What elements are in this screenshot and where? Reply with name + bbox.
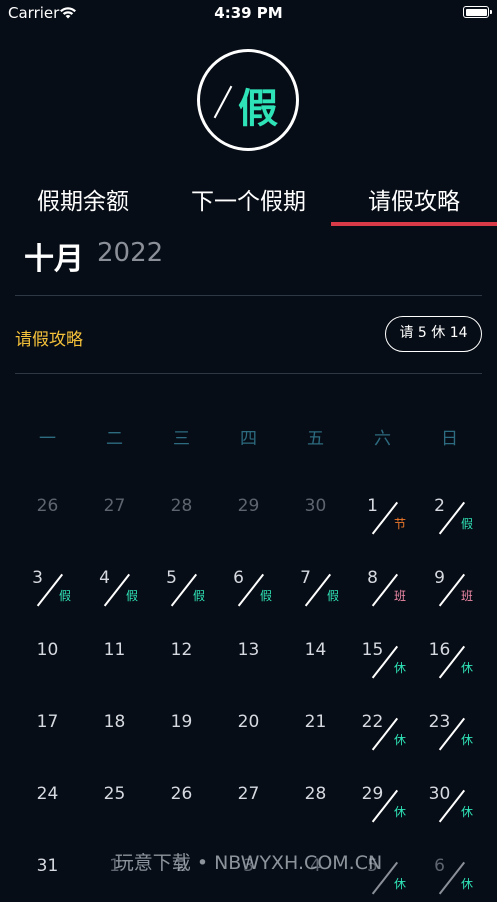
- day-number: 29: [361, 784, 384, 804]
- calendar-day[interactable]: 16 休: [416, 614, 483, 686]
- status-bar: Carrier 4:39 PM: [0, 0, 497, 26]
- day-tag: 节: [394, 517, 407, 531]
- day-number: 4: [99, 568, 110, 588]
- day-number: 17: [36, 712, 59, 732]
- day-number: 28: [170, 496, 193, 516]
- calendar-day[interactable]: 29: [215, 470, 282, 542]
- calendar-day[interactable]: 26: [14, 470, 81, 542]
- day-number: 5: [166, 568, 177, 588]
- calendar-day[interactable]: 28: [148, 470, 215, 542]
- day-tag: 休: [394, 805, 407, 819]
- day-number: 8: [367, 568, 378, 588]
- calendar-day[interactable]: 20: [215, 686, 282, 758]
- calendar-day[interactable]: 19: [148, 686, 215, 758]
- tab-next-holiday[interactable]: 下一个假期: [166, 182, 331, 216]
- calendar-day[interactable]: 30 休: [416, 758, 483, 830]
- day-number: 13: [237, 640, 260, 660]
- calendar-day[interactable]: 9班: [416, 542, 483, 614]
- calendar-day[interactable]: 23 休: [416, 686, 483, 758]
- day-number: 3: [32, 568, 43, 588]
- calendar-day[interactable]: 18: [81, 686, 148, 758]
- day-tag: 假: [126, 589, 139, 603]
- weekday-label: 六: [374, 429, 391, 449]
- calendar-day[interactable]: 26: [148, 758, 215, 830]
- day-number: 6: [233, 568, 244, 588]
- divider: [15, 373, 482, 374]
- day-number: 7: [300, 568, 311, 588]
- calendar-day[interactable]: 11: [81, 614, 148, 686]
- day-number: 27: [103, 496, 126, 516]
- day-number: 9: [434, 568, 445, 588]
- weekday-label: 二: [106, 429, 123, 449]
- day-number: 10: [36, 640, 59, 660]
- day-number: 23: [428, 712, 451, 732]
- leave-summary-button[interactable]: 请 5 休 14: [385, 316, 482, 352]
- day-tag: 班: [461, 589, 474, 603]
- calendar-day[interactable]: 2假: [416, 470, 483, 542]
- day-number: 30: [428, 784, 451, 804]
- month-title: 十月: [24, 242, 84, 277]
- app-logo: 假: [197, 49, 299, 151]
- day-tag: 假: [461, 517, 474, 531]
- day-number: 27: [237, 784, 260, 804]
- day-number: 16: [428, 640, 451, 660]
- calendar-day[interactable]: 17: [14, 686, 81, 758]
- year-label: 2022: [97, 238, 164, 268]
- day-tag: 休: [461, 805, 474, 819]
- weekday-label: 日: [441, 429, 458, 449]
- day-tag: 休: [394, 733, 407, 747]
- calendar-day[interactable]: 24: [14, 758, 81, 830]
- day-number: 11: [103, 640, 126, 660]
- day-tag: 假: [59, 589, 72, 603]
- day-tag: 假: [327, 589, 340, 603]
- watermark: 玩意下载 • NBWYXH.COM.CN: [114, 852, 383, 874]
- day-number: 12: [170, 640, 193, 660]
- day-number: 1: [367, 496, 378, 516]
- weekday-label: 四: [240, 429, 257, 449]
- day-number: 18: [103, 712, 126, 732]
- tab-leave-strategy[interactable]: 请假攻略: [331, 182, 497, 216]
- day-number: 22: [361, 712, 384, 732]
- day-number: 29: [237, 496, 260, 516]
- calendar-day[interactable]: 25: [81, 758, 148, 830]
- day-number: 26: [170, 784, 193, 804]
- strategy-label: 请假攻略: [15, 330, 83, 350]
- battery-icon: [463, 6, 492, 18]
- day-tag: 休: [461, 733, 474, 747]
- active-tab-indicator: [331, 222, 497, 226]
- day-tag: 假: [193, 589, 206, 603]
- weekday-label: 一: [39, 429, 56, 449]
- day-tag: 班: [394, 589, 407, 603]
- clock: 4:39 PM: [214, 4, 283, 22]
- day-number: 19: [170, 712, 193, 732]
- day-number: 25: [103, 784, 126, 804]
- tab-balance[interactable]: 假期余额: [0, 182, 166, 216]
- day-number: 24: [36, 784, 59, 804]
- day-tag: 休: [461, 877, 474, 891]
- day-tag: 假: [260, 589, 273, 603]
- day-number: 15: [361, 640, 384, 660]
- weekday-header: 一 二 三 四 五 六 日: [14, 424, 482, 449]
- divider: [15, 295, 482, 296]
- day-number: 26: [36, 496, 59, 516]
- calendar-day[interactable]: 27: [215, 758, 282, 830]
- day-tag: 休: [394, 661, 407, 675]
- day-number: 20: [237, 712, 260, 732]
- logo-char: 假: [238, 86, 278, 132]
- calendar-day[interactable]: 10: [14, 614, 81, 686]
- calendar-day[interactable]: 12: [148, 614, 215, 686]
- weekday-label: 三: [173, 429, 190, 449]
- day-tag: 休: [461, 661, 474, 675]
- logo-slash: [213, 85, 233, 119]
- day-number: 2: [434, 496, 445, 516]
- calendar-day[interactable]: 13: [215, 614, 282, 686]
- day-tag: 休: [394, 877, 407, 891]
- weekday-label: 五: [307, 429, 324, 449]
- calendar-day[interactable]: 27: [81, 470, 148, 542]
